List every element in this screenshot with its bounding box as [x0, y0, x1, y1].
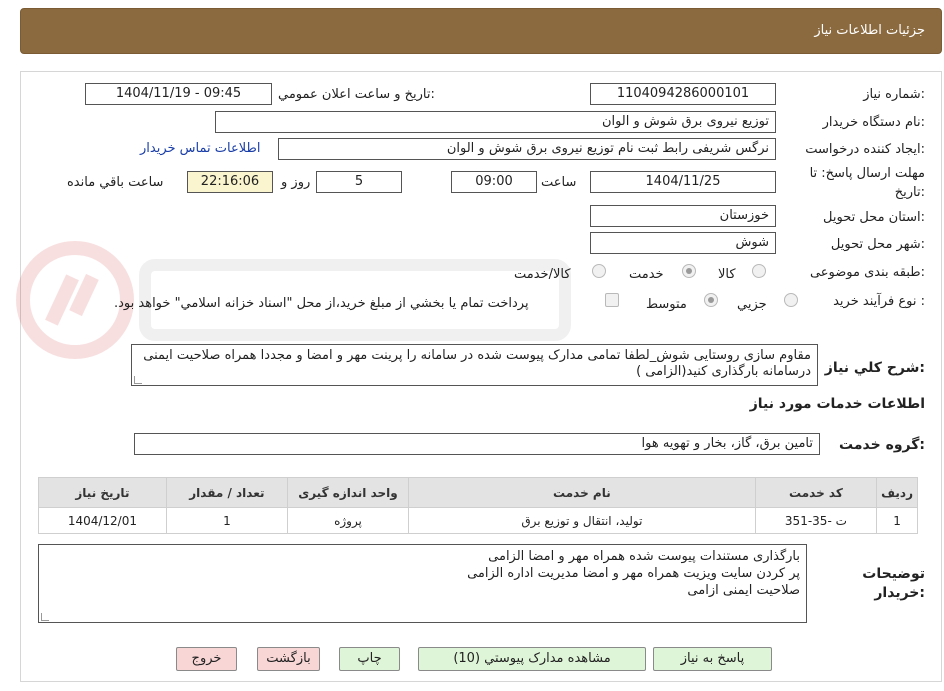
view-attachments-button[interactable]: مشاهده مدارک پيوستي (10) — [418, 647, 646, 671]
process-type-label: نوع فرآيند خريد : — [833, 294, 925, 309]
buyer-org-field: توزیع نیروی برق شوش و الوان — [215, 111, 776, 133]
cell-quantity: 1 — [165, 507, 288, 534]
process-medium-radio[interactable] — [704, 293, 718, 307]
cell-need-date: 1404/12/01 — [38, 507, 167, 534]
category-goods-service-label: كالا/خدمت — [514, 267, 571, 282]
buyer-notes-line-1: بارگذاری مستندات پیوست شده همراه مهر و ا… — [488, 549, 800, 564]
service-group-field: تامين برق، گاز، بخار و تهويه هوا — [134, 433, 820, 455]
category-goods-label: كالا — [718, 267, 736, 282]
treasury-bond-checkbox[interactable] — [605, 293, 619, 307]
category-label: طبقه بندی موضوعی: — [809, 265, 925, 280]
remaining-time-label: ساعت باقي مانده — [67, 175, 164, 190]
cell-unit: پروژه — [286, 507, 410, 534]
creator-field: نرگس شریفی رابط ثبت نام توزیع نیروی برق … — [278, 138, 776, 160]
need-number-field: 1104094286000101 — [590, 83, 776, 105]
process-medium-label: متوسط — [646, 297, 687, 312]
days-remaining-field: 5 — [316, 171, 402, 193]
process-minor-radio[interactable] — [784, 293, 798, 307]
page-title: جزئيات اطلاعات نياز — [814, 23, 925, 38]
description-textarea[interactable]: مقاوم سازی روستایی شوش_لطفا تمامی مدارک … — [131, 344, 818, 386]
table-row: 1 ت -35-351 توليد، انتقال و توزيع برق پر… — [38, 507, 918, 534]
resize-handle-icon[interactable] — [41, 613, 49, 621]
buyer-contact-link[interactable]: اطلاعات تماس خريدار — [140, 141, 260, 156]
category-service-label: خدمت — [629, 267, 664, 282]
deadline-label: مهلت ارسال پاسخ: تا — [809, 166, 925, 181]
creator-label: ايجاد كننده درخواست: — [805, 142, 925, 157]
description-text: مقاوم سازی روستایی شوش_لطفا تمامی مدارک … — [143, 348, 811, 379]
table-header-row: رديف كد خدمت نام خدمت واحد اندازه گيری ت… — [38, 477, 918, 508]
deadline-time-field: 09:00 — [451, 171, 537, 193]
cell-row-number: 1 — [876, 507, 918, 534]
description-label: شرح كلي نياز: — [824, 360, 925, 376]
announce-date-label: تاريخ و ساعت اعلان عمومي: — [278, 87, 435, 102]
resize-handle-icon[interactable] — [134, 376, 142, 384]
category-goods-radio[interactable] — [752, 264, 766, 278]
column-header-service-name: نام خدمت — [408, 477, 756, 508]
cell-service-code: ت -35-351 — [754, 507, 878, 534]
city-field: شوش — [590, 232, 776, 254]
province-label: استان محل تحويل: — [823, 210, 925, 225]
column-header-quantity: تعداد / مقدار — [165, 477, 288, 508]
buyer-notes-line-2: پر کردن سایت ویزیت همراه مهر و امضا مدیر… — [467, 566, 800, 581]
buyer-notes-line-3: صلاحیت ایمنی ازامی — [687, 583, 800, 598]
reply-to-need-button[interactable]: پاسخ به نياز — [653, 647, 772, 671]
column-header-row-number: رديف — [876, 477, 918, 508]
back-button[interactable]: بازگشت — [257, 647, 320, 671]
services-table: رديف كد خدمت نام خدمت واحد اندازه گيری ت… — [38, 477, 918, 534]
cell-service-name: توليد، انتقال و توزيع برق — [408, 507, 756, 534]
city-label: شهر محل تحويل: — [830, 237, 925, 252]
buyer-org-label: نام دستگاه خريدار: — [822, 115, 925, 130]
services-section-title: اطلاعات خدمات مورد نياز — [749, 396, 925, 412]
process-minor-label: جزيي — [737, 297, 767, 312]
announce-date-field: 1404/11/19 - 09:45 — [85, 83, 272, 105]
exit-button[interactable]: خروج — [176, 647, 237, 671]
page-header: جزئيات اطلاعات نياز — [20, 8, 942, 54]
category-service-radio[interactable] — [682, 264, 696, 278]
days-label: روز و — [281, 175, 311, 190]
need-number-label: شماره نياز: — [863, 87, 925, 102]
buyer-notes-textarea[interactable]: بارگذاری مستندات پیوست شده همراه مهر و ا… — [38, 544, 807, 623]
deadline-label-date: تاريخ: — [894, 185, 925, 200]
service-group-label: گروه خدمت: — [839, 437, 925, 453]
deadline-time-label: ساعت — [541, 175, 577, 190]
column-header-need-date: تاريخ نياز — [38, 477, 167, 508]
buyer-notes-label: توضيحات — [862, 566, 925, 582]
print-button[interactable]: چاپ — [339, 647, 400, 671]
column-header-service-code: كد خدمت — [754, 477, 878, 508]
remaining-time-field: 22:16:06 — [187, 171, 273, 193]
deadline-date-field: 1404/11/25 — [590, 171, 776, 193]
column-header-unit: واحد اندازه گيری — [286, 477, 410, 508]
category-goods-service-radio[interactable] — [592, 264, 606, 278]
province-field: خوزستان — [590, 205, 776, 227]
treasury-bond-note: پرداخت تمام يا بخشي از مبلغ خريد،از محل … — [114, 296, 529, 311]
buyer-notes-label-2: خريدار: — [874, 585, 925, 601]
